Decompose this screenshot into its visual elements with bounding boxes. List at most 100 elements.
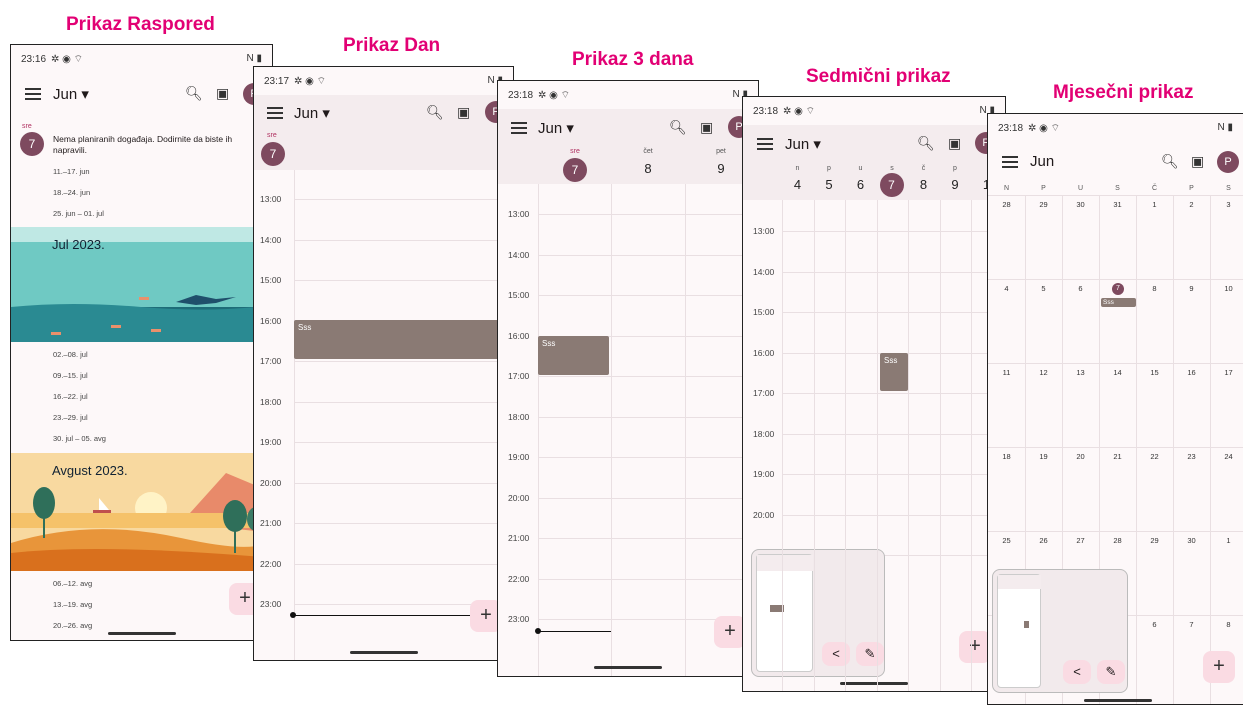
month-selector[interactable]: Jun — [1030, 153, 1054, 170]
month-day-cell[interactable]: 13 — [1062, 368, 1099, 377]
menu-icon[interactable] — [1002, 156, 1018, 168]
day-number[interactable]: 6 — [848, 177, 873, 192]
month-day-cell[interactable]: 19 — [1025, 452, 1062, 461]
hour-label: 13:00 — [508, 209, 530, 219]
today-circle[interactable]: 7 — [261, 142, 285, 166]
month-day-cell[interactable]: 23 — [1173, 452, 1210, 461]
month-day-cell[interactable]: 24 — [1210, 452, 1243, 461]
event-block[interactable]: Sss — [880, 353, 908, 391]
week-range[interactable]: 11.–17. jun — [53, 167, 90, 176]
month-day-cell[interactable]: 20 — [1062, 452, 1099, 461]
banner-title: Avgust 2023. — [52, 463, 128, 478]
month-day-cell[interactable]: 31 — [1099, 200, 1136, 209]
menu-icon[interactable] — [25, 88, 41, 100]
add-event-button[interactable]: + — [1203, 651, 1235, 683]
month-selector[interactable]: Jun ▾ — [294, 104, 330, 122]
month-day-cell[interactable]: 9 — [1173, 284, 1210, 293]
week-range[interactable]: 18.–24. jun — [53, 188, 90, 197]
share-button[interactable]: < — [1063, 660, 1091, 684]
month-day-cell[interactable]: 1 — [1136, 200, 1173, 209]
month-day-cell[interactable]: 16 — [1173, 368, 1210, 377]
menu-icon[interactable] — [511, 122, 527, 134]
calendar-icon[interactable]: ▣ — [1191, 153, 1204, 170]
edit-button[interactable]: ✎ — [856, 642, 884, 666]
day-number[interactable]: 8 — [633, 161, 663, 176]
day-number[interactable]: 9 — [706, 161, 736, 176]
month-selector[interactable]: Jun ▾ — [785, 135, 821, 153]
calendar-icon[interactable]: ▣ — [948, 135, 961, 152]
month-day-cell[interactable]: 7 — [1173, 620, 1210, 629]
week-range[interactable]: 23.–29. jul — [53, 413, 88, 422]
month-day-cell[interactable]: 28 — [1099, 536, 1136, 545]
event-block[interactable]: Sss — [294, 320, 513, 359]
edit-button[interactable]: ✎ — [1097, 660, 1125, 684]
month-day-cell[interactable]: 2 — [1173, 200, 1210, 209]
week-range[interactable]: 09.–15. jul — [53, 371, 88, 380]
month-day-cell[interactable]: 21 — [1099, 452, 1136, 461]
hour-label: 15:00 — [260, 275, 282, 285]
day-number[interactable]: 9 — [943, 177, 968, 192]
month-day-cell[interactable]: 8 — [1210, 620, 1243, 629]
day-number[interactable]: 4 — [785, 177, 810, 192]
week-range[interactable]: 20.–26. avg — [53, 621, 92, 630]
avatar[interactable]: P — [1217, 151, 1239, 173]
search-icon[interactable]: 🔍︎ — [426, 104, 444, 121]
month-day-cell[interactable]: 29 — [1136, 536, 1173, 545]
today-circle[interactable]: 7 — [20, 132, 44, 156]
search-icon[interactable]: 🔍︎ — [185, 85, 203, 102]
grid-line — [876, 200, 878, 691]
week-range[interactable]: 06.–12. avg — [53, 579, 92, 588]
no-events-text[interactable]: Nema planiranih događaja. Dodirnite da b… — [53, 134, 253, 156]
month-day-cell[interactable]: 1 — [1210, 536, 1243, 545]
month-day-cell[interactable]: 27 — [1062, 536, 1099, 545]
today-circle[interactable]: 7 — [879, 173, 904, 197]
month-day-cell[interactable]: 22 — [1136, 452, 1173, 461]
month-day-cell[interactable]: 5 — [1025, 284, 1062, 293]
week-range[interactable]: 13.–19. avg — [53, 600, 92, 609]
month-day-cell[interactable]: 8 — [1136, 284, 1173, 293]
month-day-cell[interactable]: 14 — [1099, 368, 1136, 377]
month-day-cell[interactable]: 30 — [1173, 536, 1210, 545]
week-range[interactable]: 30. jul – 05. avg — [53, 434, 106, 443]
month-day-cell[interactable]: 6 — [1062, 284, 1099, 293]
month-day-cell[interactable]: 30 — [1062, 200, 1099, 209]
search-icon[interactable]: 🔍︎ — [1161, 153, 1179, 170]
month-selector[interactable]: Jun ▾ — [53, 85, 89, 103]
status-bar: 23:18 ✲ ◉ ⌔ N ▮ — [998, 122, 1233, 134]
home-indicator — [594, 666, 662, 669]
menu-icon[interactable] — [267, 107, 283, 119]
menu-icon[interactable] — [757, 138, 773, 150]
today-circle[interactable]: 7 — [563, 158, 587, 182]
week-range[interactable]: 02.–08. jul — [53, 350, 88, 359]
event-chip[interactable]: Sss — [1101, 298, 1136, 307]
month-day-cell[interactable]: 15 — [1136, 368, 1173, 377]
screenshot-preview[interactable]: < ✎ — [751, 549, 885, 677]
month-day-cell[interactable]: 18 — [988, 452, 1025, 461]
search-icon[interactable]: 🔍︎ — [917, 135, 935, 152]
month-day-cell[interactable]: 25 — [988, 536, 1025, 545]
month-day-cell[interactable]: 10 — [1210, 284, 1243, 293]
month-day-cell[interactable]: 4 — [988, 284, 1025, 293]
screenshot-preview[interactable]: < ✎ — [992, 569, 1128, 693]
month-day-cell[interactable]: 11 — [988, 368, 1025, 377]
month-day-cell[interactable]: 3 — [1210, 200, 1243, 209]
month-day-cell[interactable]: 26 — [1025, 536, 1062, 545]
home-indicator — [840, 682, 908, 685]
day-number[interactable]: 5 — [817, 177, 842, 192]
day-label: č — [921, 165, 926, 172]
month-selector[interactable]: Jun ▾ — [538, 119, 574, 137]
calendar-icon[interactable]: ▣ — [216, 85, 229, 102]
month-day-cell[interactable]: 17 — [1210, 368, 1243, 377]
week-range[interactable]: 16.–22. jul — [53, 392, 88, 401]
calendar-icon[interactable]: ▣ — [457, 104, 470, 121]
month-day-cell[interactable]: 6 — [1136, 620, 1173, 629]
calendar-icon[interactable]: ▣ — [700, 119, 713, 136]
month-day-cell[interactable]: 12 — [1025, 368, 1062, 377]
today-circle[interactable]: 7 — [1112, 283, 1124, 295]
event-block[interactable]: Sss — [538, 336, 609, 375]
day-number[interactable]: 8 — [911, 177, 936, 192]
month-day-cell[interactable]: 28 — [988, 200, 1025, 209]
month-day-cell[interactable]: 29 — [1025, 200, 1062, 209]
search-icon[interactable]: 🔍︎ — [669, 119, 687, 136]
week-range[interactable]: 25. jun – 01. jul — [53, 209, 104, 218]
